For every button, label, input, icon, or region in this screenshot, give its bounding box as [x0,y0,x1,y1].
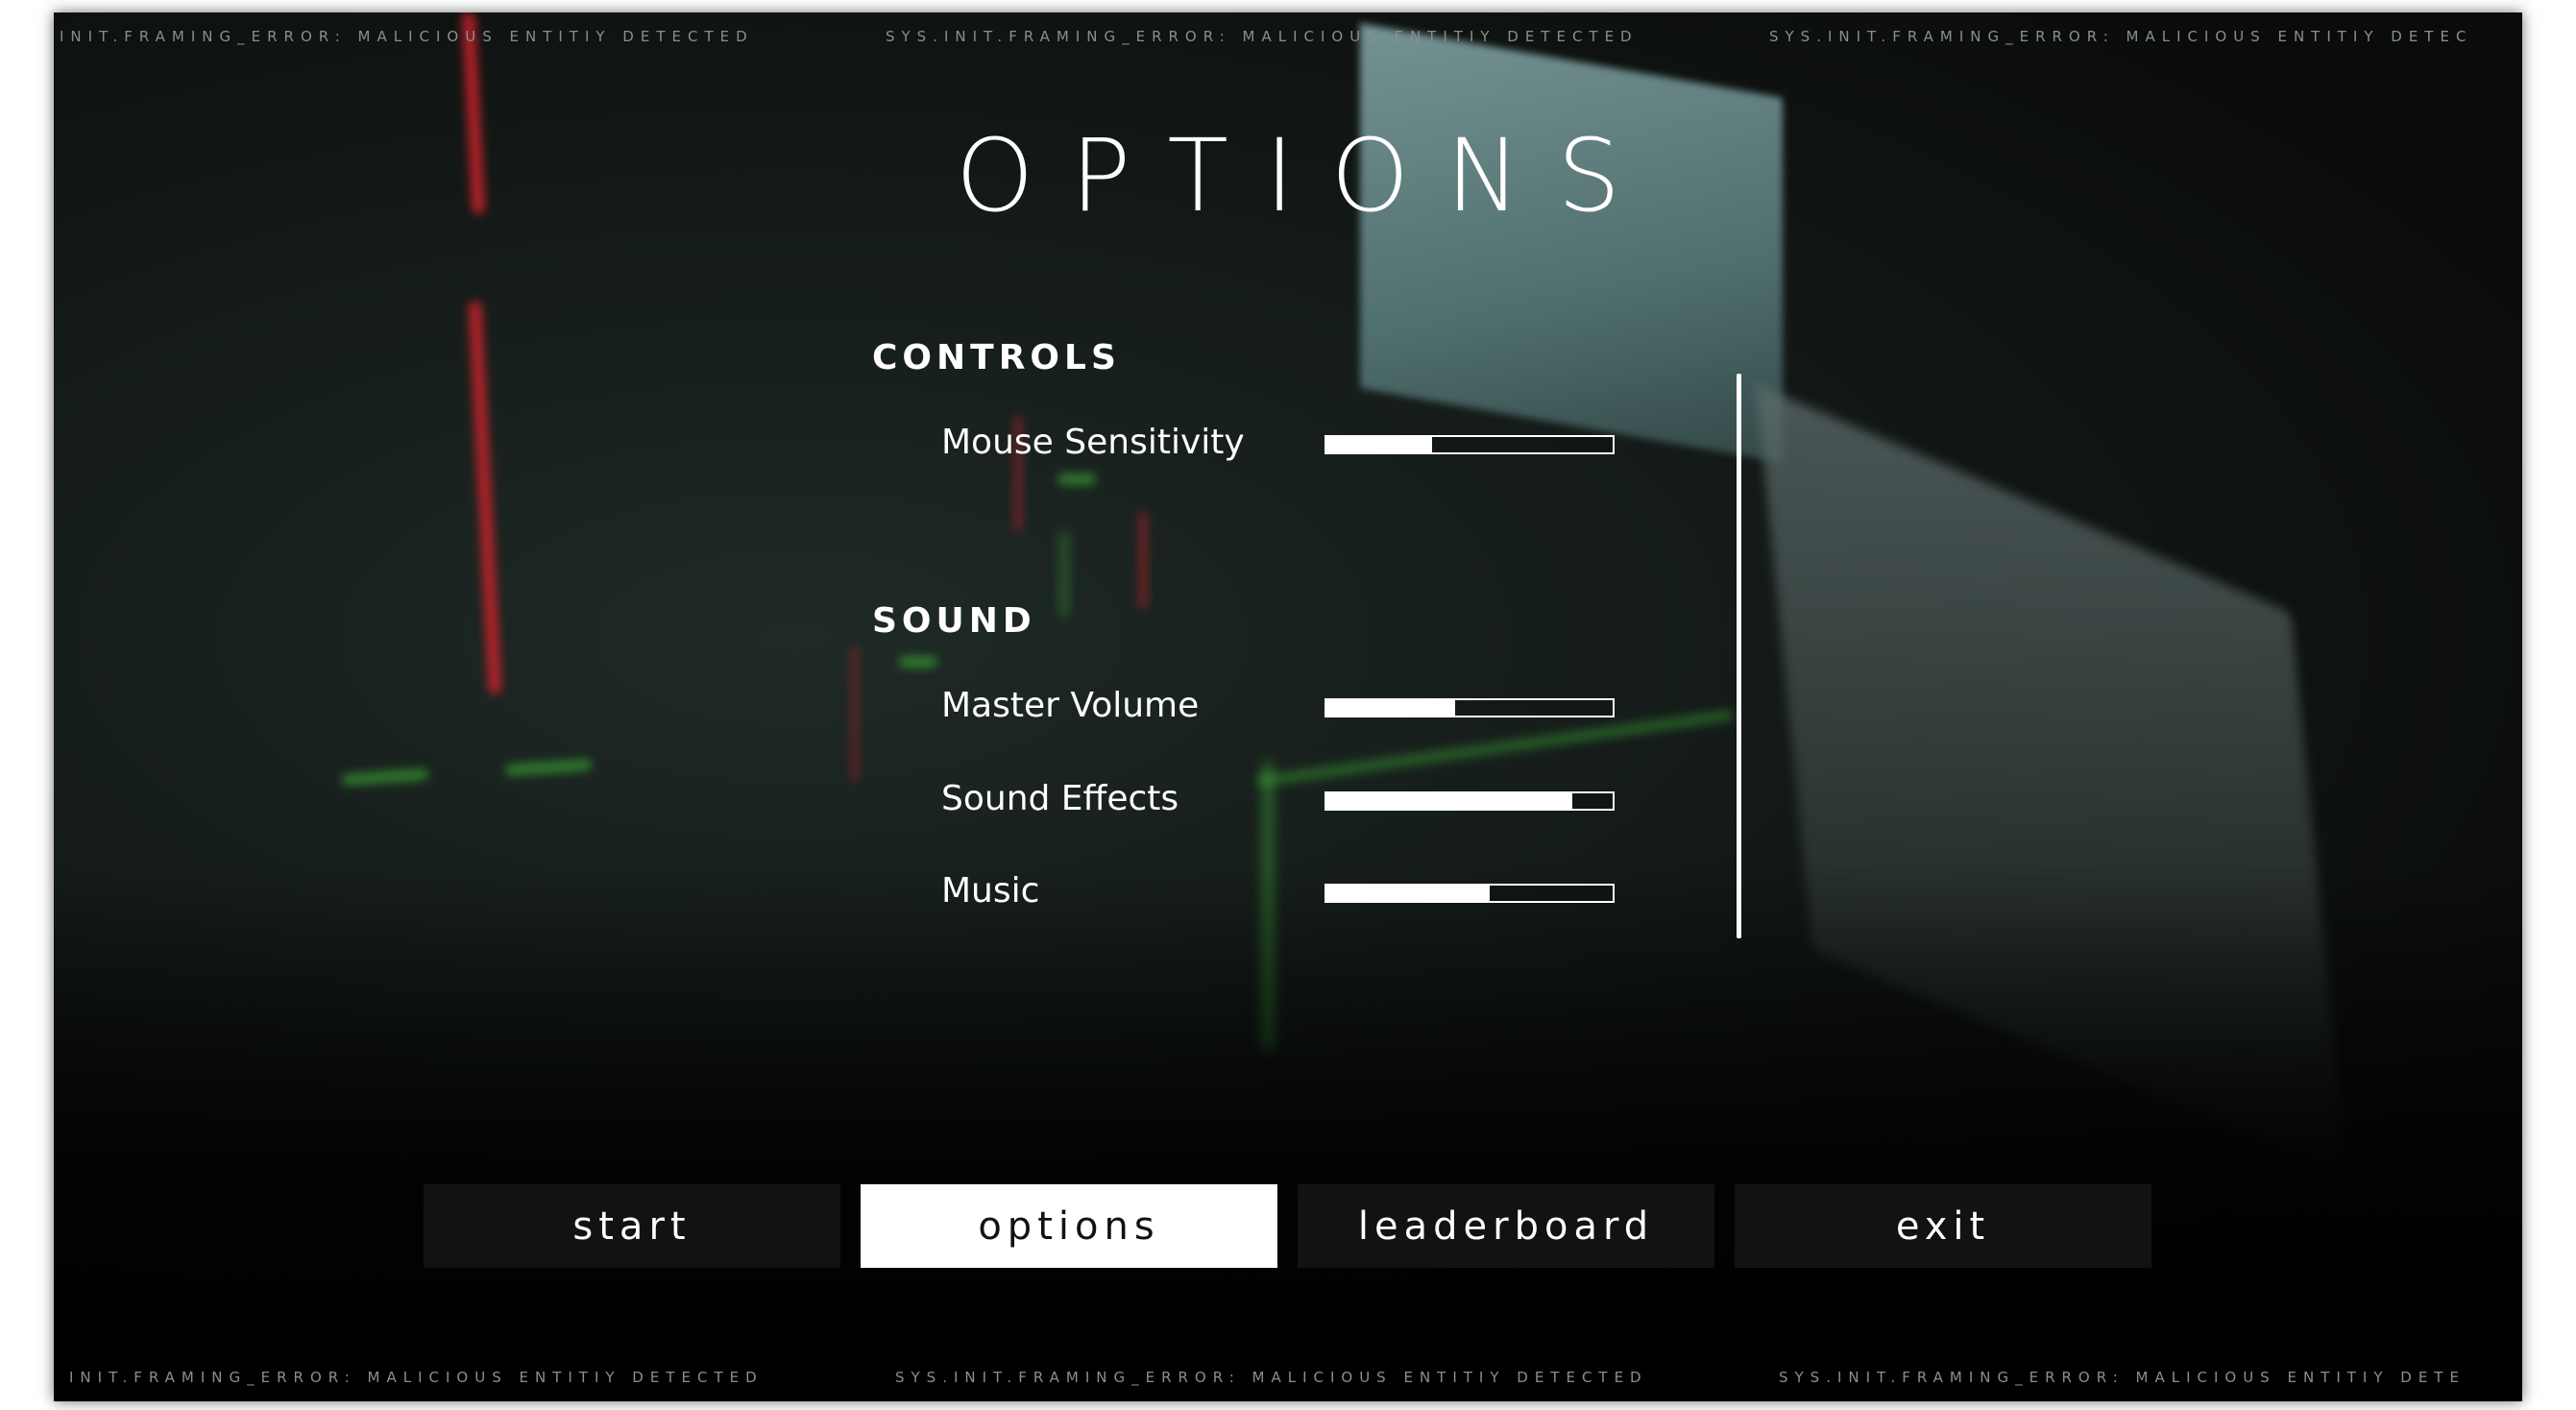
green-light-strip [341,767,429,787]
slider-fill [1326,886,1490,901]
music-label: Music [941,871,1040,911]
ticker-text: INIT.FRAMING_ERROR: MALICIOUS ENTITIY DE… [69,1369,764,1386]
exit-button[interactable]: exit [1735,1184,2151,1268]
ticker-text: SYS.INIT.FRAMING_ERROR: MALICIOUS ENTITI… [895,1369,1648,1386]
green-light-strip [1255,709,1734,788]
ticker-bottom: INIT.FRAMING_ERROR: MALICIOUS ENTITIY DE… [54,1369,2522,1392]
sound-effects-label: Sound Effects [941,779,1179,818]
green-light-strip [1060,531,1068,618]
master-volume-label: Master Volume [941,686,1200,725]
ticker-top: INIT.FRAMING_ERROR: MALICIOUS ENTITIY DE… [54,28,2522,51]
start-button[interactable]: start [424,1184,840,1268]
leaderboard-button[interactable]: leaderboard [1298,1184,1714,1268]
slider-fill [1326,700,1456,716]
options-button[interactable]: options [861,1184,1277,1268]
mouse-sensitivity-label: Mouse Sensitivity [941,423,1245,462]
game-screen: INIT.FRAMING_ERROR: MALICIOUS ENTITIY DE… [54,12,2522,1401]
slider-fill [1326,793,1573,809]
slider-fill [1326,437,1433,452]
ticker-text: SYS.INIT.FRAMING_ERROR: MALICIOUS ENTITI… [886,28,1639,45]
page-title: OPTIONS [955,117,1658,234]
section-title-controls: CONTROLS [872,338,1121,377]
sound-effects-slider[interactable] [1324,791,1615,811]
red-light-beam [468,300,502,695]
master-volume-slider[interactable] [1324,698,1615,717]
section-title-sound: SOUND [872,601,1036,641]
music-slider[interactable] [1324,884,1615,903]
red-light-beam [1139,512,1147,608]
options-scrollbar[interactable] [1737,374,1741,938]
green-light-strip [504,758,593,777]
green-light-strip [899,656,937,668]
glass-panel [1360,23,1783,463]
green-light-strip [1057,474,1096,485]
ticker-text: SYS.INIT.FRAMING_ERROR: MALICIOUS ENTITI… [1779,1369,2466,1386]
red-light-beam [851,646,859,781]
ticker-text: SYS.INIT.FRAMING_ERROR: MALICIOUS ENTITI… [1769,28,2473,45]
ticker-text: INIT.FRAMING_ERROR: MALICIOUS ENTITIY DE… [60,28,754,45]
vignette [54,863,2522,1401]
mouse-sensitivity-slider[interactable] [1324,435,1615,454]
